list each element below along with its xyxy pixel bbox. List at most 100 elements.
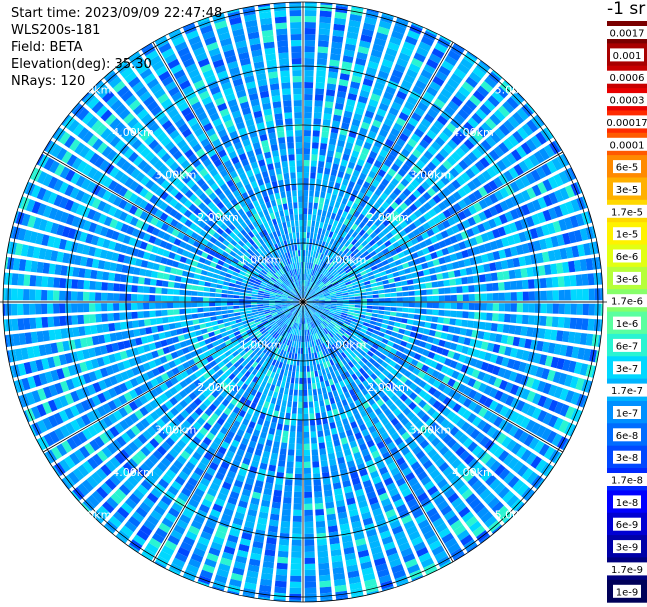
ray-gate	[157, 272, 164, 279]
ray-gate	[304, 22, 316, 29]
ray-gate	[354, 299, 361, 302]
ray-gate	[480, 293, 487, 301]
ray-gate	[443, 279, 451, 287]
ray-gate	[453, 269, 461, 277]
ray-gate	[149, 310, 156, 318]
ray-gate	[450, 286, 457, 294]
ray-gate	[173, 309, 180, 315]
ray-gate	[311, 148, 319, 155]
ray-gate	[396, 302, 403, 307]
ray-gate	[402, 297, 409, 302]
ray-gate	[191, 313, 199, 319]
ray-gate	[137, 303, 144, 310]
ray-gate	[498, 303, 505, 312]
ray-gate	[468, 294, 475, 301]
ray-gate	[516, 280, 523, 290]
ray-gate	[449, 278, 457, 286]
ray-gate	[317, 430, 324, 438]
ray-gate	[564, 289, 571, 301]
ray-gate	[328, 531, 339, 539]
ray-gate	[324, 495, 334, 503]
ray-gate	[203, 307, 210, 312]
ray-gate	[167, 302, 174, 309]
ray-gate	[459, 328, 467, 336]
ray-gate	[328, 71, 338, 79]
ray-gate	[328, 144, 336, 152]
ray-gate	[468, 285, 475, 293]
ray-gate	[191, 285, 199, 291]
ray-gate	[467, 320, 474, 328]
ray-gate	[267, 531, 278, 539]
ray-gate	[161, 317, 169, 324]
ray-gate	[287, 449, 295, 456]
ray-gate	[131, 294, 138, 301]
ray-gate	[35, 303, 42, 315]
ray-gate	[521, 279, 529, 290]
ray-gate	[330, 464, 338, 472]
ray-gate	[569, 317, 577, 329]
ray-gate	[384, 297, 391, 302]
ray-gate	[277, 556, 288, 564]
ray-gate	[215, 306, 222, 311]
ray-gate	[378, 298, 385, 302]
ray-gate	[304, 82, 314, 89]
ray-gate	[303, 425, 309, 432]
ray-gate	[293, 395, 298, 402]
ray-gate	[233, 298, 240, 302]
ray-gate	[107, 292, 114, 301]
ray-gate	[329, 138, 337, 146]
ray-gate	[366, 302, 373, 306]
ray-gate	[108, 272, 116, 281]
ray-gate	[295, 467, 302, 474]
ray-gate	[144, 277, 151, 285]
ray-gate	[330, 53, 341, 61]
ray-gate	[137, 294, 144, 301]
ray-gate	[315, 76, 326, 84]
ray-gate	[318, 154, 326, 162]
ray-gate	[275, 478, 284, 485]
ray-gate	[53, 290, 60, 301]
ray-gate	[191, 302, 198, 308]
ray-gate	[317, 52, 328, 60]
ray-gate	[304, 130, 311, 137]
ray-gate	[107, 313, 114, 322]
ray-gate	[11, 318, 19, 331]
ray-gate	[319, 586, 332, 594]
ray-gate	[119, 303, 126, 311]
ray-gate	[310, 437, 317, 444]
ray-gate	[101, 303, 108, 312]
ray-gate	[304, 136, 311, 143]
ray-gate	[274, 586, 287, 594]
ray-gate	[486, 293, 493, 301]
ray-gate	[149, 294, 156, 302]
ray-gate	[280, 520, 291, 528]
ray-gate	[89, 292, 96, 301]
ray-gate	[432, 309, 439, 316]
ray-gate	[72, 267, 80, 277]
ray-gate	[564, 303, 571, 315]
ray-gate	[155, 295, 162, 302]
ray-gate	[285, 412, 291, 420]
ray-gate	[197, 307, 204, 313]
ray-gate	[587, 318, 595, 331]
ray-gate	[41, 276, 49, 287]
ray-gate	[89, 303, 96, 312]
ray-gate	[83, 280, 90, 290]
ray-gate	[227, 294, 234, 298]
ray-gate	[318, 34, 330, 42]
ray-gate	[120, 321, 127, 330]
ray-gate	[89, 314, 96, 324]
ray-gate	[313, 112, 322, 119]
ray-gate	[316, 178, 322, 186]
ray-gate	[303, 348, 306, 354]
ray-gate	[402, 291, 409, 297]
ray-gate	[143, 311, 150, 318]
ray-gate	[295, 455, 303, 462]
ray-gate	[425, 282, 433, 289]
ray-gate	[444, 310, 451, 317]
ray-gate	[151, 270, 158, 278]
ray-gate	[289, 431, 296, 438]
ray-gate	[442, 272, 449, 279]
ray-gate	[504, 292, 511, 301]
ray-gate	[319, 574, 331, 582]
